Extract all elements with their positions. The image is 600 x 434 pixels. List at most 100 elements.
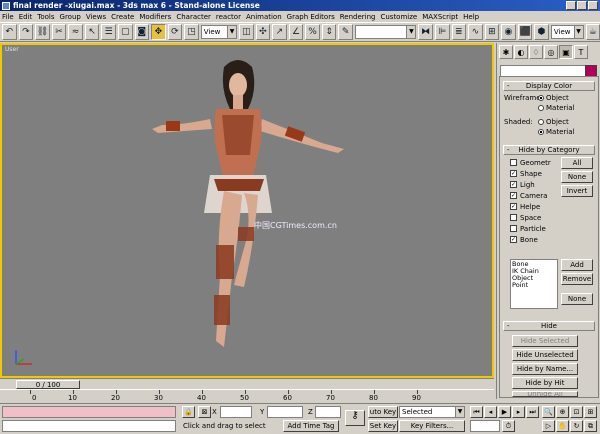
hide-unselected-button[interactable]: Hide Unselected	[512, 349, 578, 361]
modify-tab-icon[interactable]: ◐	[514, 45, 528, 59]
zoom-extents-icon[interactable]: ⊡	[570, 406, 583, 418]
select-by-name-icon[interactable]: ☰	[101, 24, 116, 40]
invert-button[interactable]: Invert	[561, 185, 593, 197]
wireframe-material-radio[interactable]: Material	[538, 102, 574, 113]
absolute-transform-icon[interactable]: ⊠	[198, 406, 211, 418]
time-slider-thumb[interactable]: 0 / 100	[16, 380, 80, 389]
menu-animation[interactable]: Animation	[246, 13, 282, 21]
menu-rendering[interactable]: Rendering	[340, 13, 376, 21]
pivot-center-icon[interactable]: ◫	[239, 24, 254, 40]
close-button[interactable]	[588, 1, 598, 10]
hide-by-name-button[interactable]: Hide by Name...	[512, 363, 578, 375]
menu-reactor[interactable]: reactor	[216, 13, 241, 21]
select-move-icon[interactable]: ✥	[151, 24, 166, 40]
list-item[interactable]: IK Chain Object	[512, 268, 556, 282]
category-helpers-checkbox[interactable]: ✓ Helpe	[510, 201, 551, 212]
play-icon[interactable]: ▶	[498, 406, 511, 418]
goto-end-icon[interactable]: ⏭	[526, 406, 539, 418]
command-panel-scroll[interactable]: - Display Color Wireframe: Object Materi…	[499, 76, 599, 398]
category-bone-checkbox[interactable]: ✓ Bone	[510, 234, 551, 245]
rollout-display-color[interactable]: - Display Color	[503, 81, 595, 91]
category-cameras-checkbox[interactable]: ✓ Camera	[510, 190, 551, 201]
key-icon[interactable]: ⚷	[345, 410, 365, 426]
none-list-button[interactable]: None	[561, 293, 593, 305]
add-button[interactable]: Add	[561, 259, 593, 271]
spinner-snap-icon[interactable]: ⇕	[321, 24, 337, 40]
hierarchy-tab-icon[interactable]: ♢	[529, 45, 543, 59]
menu-character[interactable]: Character	[176, 13, 211, 21]
menu-group[interactable]: Group	[60, 13, 81, 21]
select-scale-icon[interactable]: ◳	[184, 24, 199, 40]
menu-maxscript[interactable]: MAXScript	[422, 13, 458, 21]
display-tab-icon[interactable]: ▣	[559, 45, 573, 59]
key-selection-dropdown[interactable]: Selected ▼	[399, 406, 465, 418]
pan-icon[interactable]: ✋	[556, 420, 569, 432]
maximize-button[interactable]	[577, 1, 587, 10]
hide-by-hit-button[interactable]: Hide by Hit	[512, 377, 578, 389]
time-slider[interactable]: 0 / 100	[0, 378, 494, 389]
category-space-checkbox[interactable]: Space	[510, 212, 551, 223]
named-selection-dropdown[interactable]: ▼	[354, 25, 417, 39]
unhide-all-button[interactable]: Unhide All	[512, 391, 578, 397]
menu-customize[interactable]: Customize	[380, 13, 417, 21]
align-icon[interactable]: ⊫	[434, 24, 450, 40]
material-editor-icon[interactable]: ◉	[501, 24, 516, 40]
utilities-tab-icon[interactable]: T	[574, 45, 588, 59]
quick-render-icon[interactable]: ⬢	[534, 24, 549, 40]
create-tab-icon[interactable]: ✱	[499, 45, 513, 59]
percent-snap-icon[interactable]: %	[305, 24, 320, 40]
menu-graph-editors[interactable]: Graph Editors	[287, 13, 335, 21]
z-coordinate-field[interactable]	[315, 406, 341, 418]
hide-selected-button[interactable]: Hide Selected	[512, 335, 578, 347]
maximize-viewport-icon[interactable]: ⧉	[584, 420, 597, 432]
maxscript-input-field[interactable]	[2, 420, 176, 432]
angle-snap-icon[interactable]: ∠	[288, 24, 304, 40]
menu-edit[interactable]: Edit	[19, 13, 33, 21]
render-type-dropdown[interactable]: View ▼	[550, 25, 584, 39]
category-shape-checkbox[interactable]: ✓ Shape	[510, 168, 551, 179]
arc-rotate-icon[interactable]: ↻	[570, 420, 583, 432]
select-manipulate-icon[interactable]: ✣	[255, 24, 271, 40]
zoom-all-icon[interactable]: ⊕	[556, 406, 569, 418]
viewport-user[interactable]: User 中国CGTimes.com.cn	[0, 43, 494, 378]
zoom-icon[interactable]: 🔍	[542, 406, 555, 418]
menu-views[interactable]: Views	[86, 13, 106, 21]
mirror-icon[interactable]: ⧓	[418, 24, 433, 40]
select-rotate-icon[interactable]: ⟳	[167, 24, 183, 40]
bind-space-warp-icon[interactable]: ≈	[68, 24, 83, 40]
lock-selection-icon[interactable]: 🔒	[182, 406, 195, 418]
maxscript-listener-field[interactable]	[2, 406, 176, 418]
named-selection-icon[interactable]: ✎	[338, 24, 353, 40]
x-coordinate-field[interactable]	[220, 406, 252, 418]
motion-tab-icon[interactable]: ◎	[544, 45, 558, 59]
set-key-button[interactable]: Set Key	[368, 420, 398, 432]
menu-help[interactable]: Help	[463, 13, 479, 21]
y-coordinate-field[interactable]	[267, 406, 303, 418]
previous-frame-icon[interactable]: ◂	[484, 406, 497, 418]
goto-start-icon[interactable]: ⏮	[470, 406, 483, 418]
track-bar[interactable]: 0 10 20 30 40 50 60 70 80 90	[0, 389, 494, 403]
zoom-extents-all-icon[interactable]: ⊞	[584, 406, 597, 418]
menu-modifiers[interactable]: Modifiers	[139, 13, 171, 21]
remove-button[interactable]: Remove	[561, 273, 593, 285]
auto-key-button[interactable]: uto Key	[368, 406, 398, 418]
next-frame-icon[interactable]: ▸	[512, 406, 525, 418]
window-crossing-icon[interactable]: ◙	[134, 24, 150, 40]
list-item[interactable]: Point	[512, 282, 556, 289]
schematic-view-icon[interactable]: ⊞	[484, 24, 500, 40]
redo-icon[interactable]: ↷	[18, 24, 34, 40]
none-button[interactable]: None	[561, 171, 593, 183]
category-listbox[interactable]: Bone IK Chain Object Point	[510, 259, 558, 309]
layer-manager-icon[interactable]: ≣	[451, 24, 467, 40]
category-geometry-checkbox[interactable]: Geometr	[510, 157, 551, 168]
region-select-icon[interactable]: ▢	[117, 24, 133, 40]
select-object-icon[interactable]: ↖	[84, 24, 100, 40]
render-scene-icon[interactable]: ⬛	[517, 24, 533, 40]
undo-icon[interactable]: ↶	[2, 24, 17, 40]
time-config-icon[interactable]: ⏱	[502, 420, 515, 432]
select-link-icon[interactable]: ⛓	[35, 24, 50, 40]
all-button[interactable]: All	[561, 157, 593, 169]
category-lights-checkbox[interactable]: ✓ Ligh	[510, 179, 551, 190]
rollout-hide-by-category[interactable]: - Hide by Category	[503, 145, 595, 155]
field-of-view-icon[interactable]: ▷	[542, 420, 555, 432]
